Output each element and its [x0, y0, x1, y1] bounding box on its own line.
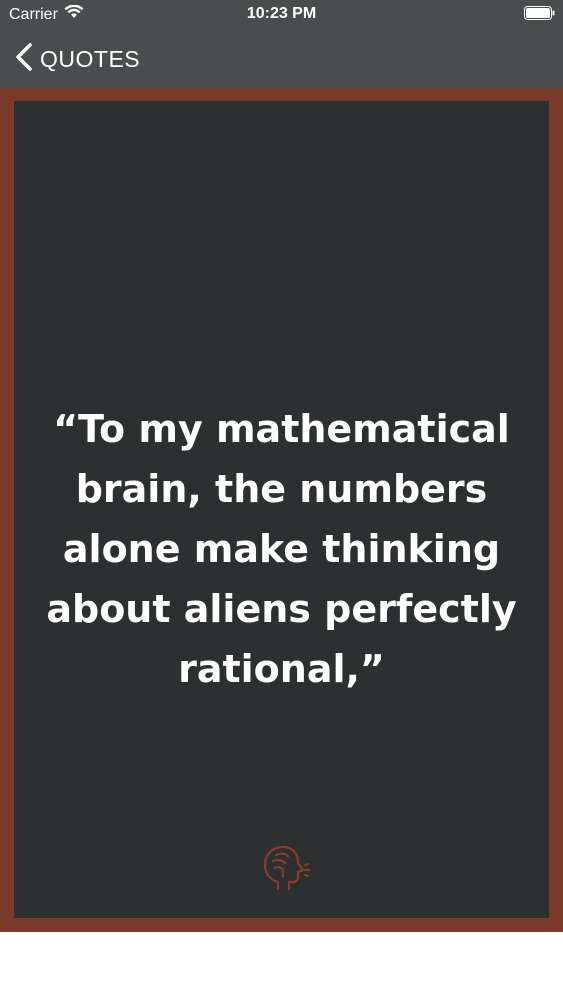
quote-card-frame: “To my mathematical brain, the numbers a… [0, 88, 563, 932]
status-time: 10:23 PM [246, 5, 317, 22]
quote-text: “To my mathematical brain, the numbers a… [46, 407, 517, 691]
quote-card: “To my mathematical brain, the numbers a… [14, 101, 549, 918]
navigation-bar: QUOTES [0, 30, 563, 88]
back-button[interactable]: QUOTES [14, 42, 140, 77]
speaking-head-icon[interactable] [254, 839, 311, 895]
battery-icon [524, 6, 555, 20]
back-label: QUOTES [40, 46, 141, 72]
quote-screen: Carrier 10:23 PM QUOTES “To my mathemati… [0, 0, 563, 1000]
top-bar: Carrier 10:23 PM QUOTES [0, 0, 563, 88]
chevron-left-icon [14, 42, 34, 77]
status-bar: Carrier 10:23 PM [0, 0, 563, 30]
